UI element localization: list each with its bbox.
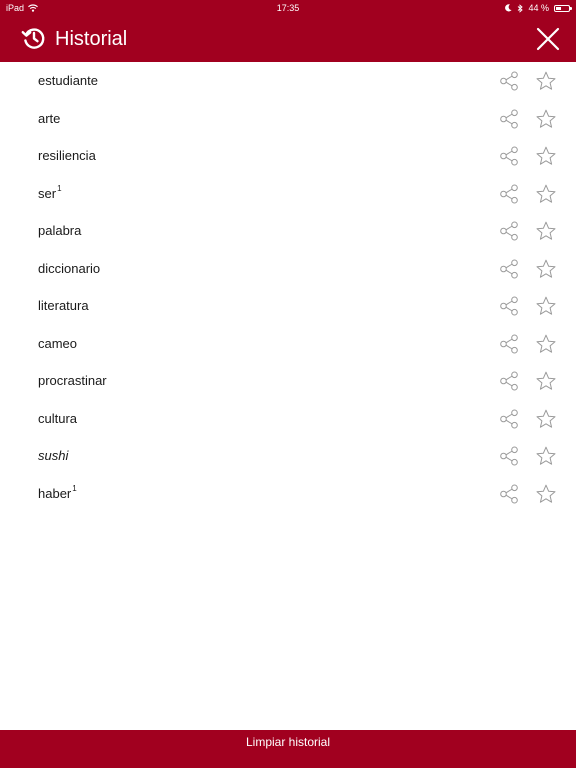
star-icon[interactable]: [535, 183, 557, 205]
list-item[interactable]: cultura: [0, 400, 576, 438]
star-icon[interactable]: [535, 70, 557, 92]
status-bar: iPad 17:35 44 %: [0, 0, 576, 16]
status-right: 44 %: [505, 0, 572, 16]
homograph-number: 1: [57, 183, 62, 193]
share-icon[interactable]: [498, 145, 520, 167]
entry-word[interactable]: estudiante: [38, 62, 98, 100]
star-icon[interactable]: [535, 333, 557, 355]
share-icon[interactable]: [498, 333, 520, 355]
share-icon[interactable]: [498, 258, 520, 280]
star-icon[interactable]: [535, 445, 557, 467]
homograph-number: 1: [72, 483, 77, 493]
list-item[interactable]: estudiante: [0, 62, 576, 100]
share-icon[interactable]: [498, 370, 520, 392]
list-item[interactable]: resiliencia: [0, 137, 576, 175]
entry-word-label: literatura: [38, 298, 89, 313]
entry-word-label: cameo: [38, 335, 78, 351]
battery-level: [556, 6, 561, 10]
nav-bar: Historial: [0, 16, 576, 62]
entry-word-label: ser: [38, 185, 57, 201]
entry-word[interactable]: sushi: [38, 437, 68, 475]
entry-word[interactable]: ser1: [38, 175, 62, 213]
clear-history-button[interactable]: Limpiar historial: [0, 730, 576, 768]
list-item[interactable]: arte: [0, 100, 576, 138]
share-icon[interactable]: [498, 408, 520, 430]
entry-word[interactable]: cultura: [38, 400, 77, 438]
bluetooth-icon: [518, 3, 524, 13]
status-time: 17:35: [276, 3, 300, 13]
entry-word-label: cultura: [38, 410, 78, 426]
list-item[interactable]: diccionario: [0, 250, 576, 288]
share-icon[interactable]: [498, 70, 520, 92]
star-icon[interactable]: [535, 408, 557, 430]
entry-word-label: diccionario: [38, 260, 101, 276]
list-item[interactable]: palabra: [0, 212, 576, 250]
share-icon[interactable]: [498, 183, 520, 205]
star-icon[interactable]: [535, 483, 557, 505]
share-icon[interactable]: [498, 483, 520, 505]
star-icon[interactable]: [535, 145, 557, 167]
moon-icon: [505, 4, 513, 12]
list-item[interactable]: haber1: [0, 475, 576, 513]
entry-word-label: palabra: [38, 223, 82, 238]
entry-word[interactable]: procrastinar: [38, 362, 107, 400]
entry-word-label: resiliencia: [38, 148, 96, 163]
entry-word-label: sushi: [38, 448, 69, 463]
page-title: Historial: [55, 28, 128, 50]
list-item[interactable]: sushi: [0, 437, 576, 475]
star-icon[interactable]: [535, 295, 557, 317]
share-icon[interactable]: [498, 108, 520, 130]
share-icon[interactable]: [498, 295, 520, 317]
star-icon[interactable]: [535, 108, 557, 130]
entry-word[interactable]: arte: [38, 100, 60, 138]
share-icon[interactable]: [498, 445, 520, 467]
share-icon[interactable]: [498, 220, 520, 242]
entry-word-label: arte: [38, 110, 61, 126]
star-icon[interactable]: [535, 370, 557, 392]
list-item[interactable]: literatura: [0, 287, 576, 325]
battery-percent: 44 %: [528, 3, 549, 13]
entry-word-label: procrastinar: [38, 373, 107, 388]
battery-icon: [554, 4, 572, 12]
entry-word-label: estudiante: [38, 73, 98, 88]
top-bar: iPad 17:35 44 % Historial: [0, 0, 576, 62]
list-item[interactable]: ser1: [0, 175, 576, 213]
list-item[interactable]: procrastinar: [0, 362, 576, 400]
close-button[interactable]: [534, 25, 562, 53]
list-item[interactable]: cameo: [0, 325, 576, 363]
entry-word[interactable]: palabra: [38, 212, 81, 250]
star-icon[interactable]: [535, 220, 557, 242]
entry-word-label: haber: [38, 485, 72, 501]
star-icon[interactable]: [535, 258, 557, 280]
entry-word[interactable]: literatura: [38, 287, 89, 325]
history-icon: [21, 28, 45, 49]
history-screen: iPad 17:35 44 % Historial estudiante art…: [0, 0, 576, 768]
entry-word[interactable]: resiliencia: [38, 137, 96, 175]
entry-word[interactable]: haber1: [38, 475, 77, 513]
entry-word[interactable]: diccionario: [38, 250, 100, 288]
history-list: estudiante arte resiliencia ser1 palabra dicc…: [0, 62, 576, 512]
bottom-bar: Limpiar historial: [0, 730, 576, 768]
entry-word[interactable]: cameo: [38, 325, 77, 363]
